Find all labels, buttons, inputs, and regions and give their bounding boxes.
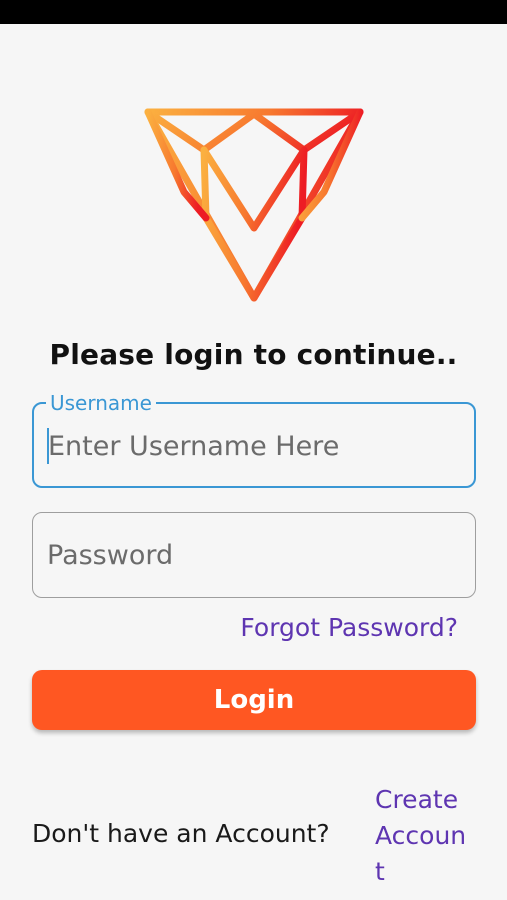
- username-label: Username: [46, 391, 156, 415]
- password-field[interactable]: [32, 512, 476, 598]
- forgot-password-link[interactable]: Forgot Password?: [240, 613, 458, 642]
- page-title: Please login to continue..: [49, 338, 458, 371]
- password-input[interactable]: [47, 533, 457, 577]
- username-field[interactable]: Username: [32, 391, 476, 488]
- app-logo-icon: [144, 108, 364, 302]
- status-bar: [0, 0, 507, 24]
- signup-prompt: Don't have an Account?: [32, 819, 330, 848]
- create-account-link[interactable]: Create Account: [375, 782, 471, 890]
- username-input[interactable]: [48, 424, 458, 468]
- login-button[interactable]: Login: [32, 670, 476, 730]
- login-screen: Please login to continue.. Username Forg…: [0, 24, 507, 900]
